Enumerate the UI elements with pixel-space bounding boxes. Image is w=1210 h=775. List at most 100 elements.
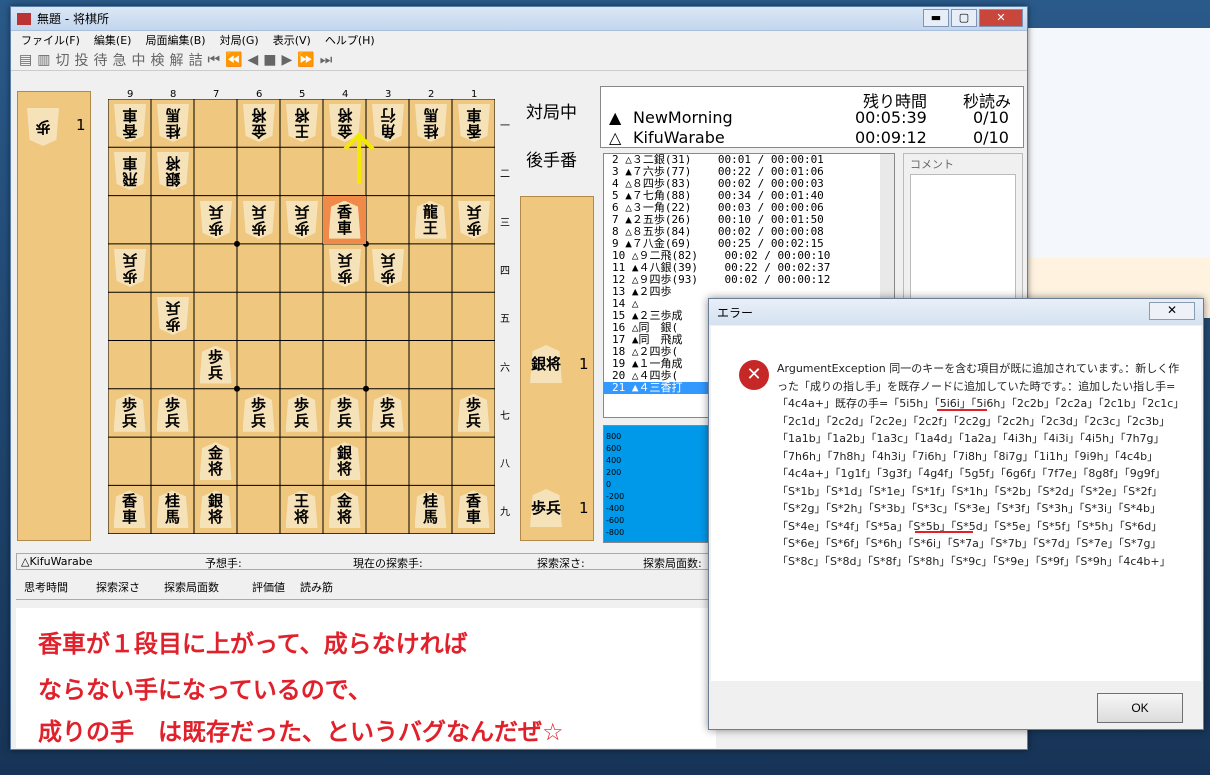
ok-button[interactable]: OK	[1097, 693, 1183, 723]
sente-mark: ▲	[609, 108, 622, 127]
rank-label: 八	[500, 459, 510, 471]
sente-hand-pawn[interactable]: 歩兵	[527, 487, 565, 529]
current-search-move: 現在の探索手:	[353, 557, 423, 570]
title-bar: 無題 - 将棋所 ▬ ▢ ✕	[11, 7, 1027, 31]
tool-analyze[interactable]: 検	[150, 50, 164, 70]
menu-view[interactable]: 表示(V)	[273, 32, 311, 48]
eval-tick: 0	[606, 480, 612, 489]
think-pv-col: 読み筋	[300, 581, 333, 594]
gote-hand-pawn[interactable]: 歩	[24, 106, 62, 148]
clock-panel: 残り時間 秒読み ▲ NewMorning 00:05:39 0/10 △ Ki…	[600, 86, 1024, 148]
dialog-body: ✕ ArgumentException 同一のキーを含む項目が既に追加されていま…	[711, 326, 1201, 681]
rank-label: 五	[500, 314, 510, 326]
search-nodes: 探索局面数:	[643, 557, 702, 570]
tool-stop[interactable]: 中	[131, 50, 145, 70]
stop-icon[interactable]: ■	[263, 52, 276, 68]
back-icon[interactable]: ◀	[248, 52, 259, 68]
gote-piece-stand: 歩 1	[17, 91, 91, 541]
dialog-title-bar: エラー ✕	[709, 299, 1203, 325]
dialog-close-button[interactable]: ✕	[1149, 302, 1195, 320]
eval-tick: 400	[606, 456, 622, 465]
tool-undo[interactable]: 待	[93, 50, 107, 70]
menu-bar: ファイル(F) 編集(E) 局面編集(B) 対局(G) 表示(V) ヘルプ(H)	[11, 31, 1027, 49]
rank-label: 一	[500, 121, 510, 132]
sente-name: NewMorning	[633, 108, 733, 127]
gote-hand-pawn-count: 1	[76, 116, 86, 134]
tool-resign[interactable]: 投	[74, 50, 88, 70]
maximize-button[interactable]: ▢	[951, 9, 977, 27]
underline-mark-2	[915, 531, 973, 533]
first-move-icon[interactable]: ⏮	[207, 52, 220, 68]
forward-icon[interactable]: ▶	[282, 52, 293, 68]
window-title: 無題 - 将棋所	[37, 12, 109, 26]
file-label: 5	[299, 89, 306, 100]
sente-time: 00:05:39	[855, 108, 927, 127]
open-icon[interactable]: ▤	[19, 52, 32, 68]
tool-hurry[interactable]: 急	[112, 50, 126, 70]
kifu-row[interactable]: 13 ▲２四歩	[604, 286, 894, 298]
annotation-line-1: 香車が１段目に上がって、成らなければ	[38, 630, 468, 658]
menu-file[interactable]: ファイル(F)	[21, 32, 80, 48]
eval-tick: 800	[606, 432, 622, 441]
file-label: 1	[471, 89, 478, 100]
turn-status: 後手番	[526, 151, 577, 171]
eval-tick: 200	[606, 468, 622, 477]
sente-byoyomi: 0/10	[973, 108, 1009, 127]
minimize-button[interactable]: ▬	[923, 9, 949, 27]
error-message: ArgumentException 同一のキーを含む項目が既に追加されています。…	[777, 362, 1185, 568]
comment-label: コメント	[910, 158, 954, 171]
sente-hand-pawn-count: 1	[579, 499, 589, 517]
sente-piece-stand: 銀将 1 歩兵 1	[520, 196, 594, 541]
tool-solve[interactable]: 解	[169, 50, 183, 70]
menu-help[interactable]: ヘルプ(H)	[325, 32, 375, 48]
eval-tick: -800	[606, 528, 625, 537]
menu-game[interactable]: 対局(G)	[220, 32, 259, 48]
rank-label: 四	[500, 265, 510, 277]
shogi-board: 香車桂馬金将王将金将角行桂馬香車飛車銀将歩兵歩兵歩兵香車龍王歩兵歩兵歩兵歩兵歩兵…	[108, 99, 495, 534]
file-label: 4	[342, 89, 349, 100]
file-label: 7	[213, 89, 220, 100]
rank-label: 九	[500, 507, 510, 519]
file-label: 9	[127, 89, 134, 100]
annotation-line-3: 成りの手 は既存だった、というバグなんだぜ☆	[38, 718, 564, 746]
forward-fast-icon[interactable]: ⏩	[297, 52, 314, 68]
file-label: 8	[170, 89, 177, 100]
save-icon[interactable]: ▥	[37, 52, 50, 68]
underline-mark-1	[937, 409, 987, 411]
tool-cut[interactable]: 切	[55, 50, 69, 70]
gote-name: KifuWarabe	[633, 128, 725, 147]
menu-edit[interactable]: 編集(E)	[94, 32, 132, 48]
think-depth-col: 探索深さ	[96, 581, 140, 594]
think-time-col: 思考時間	[24, 581, 68, 594]
toolbar: ▤ ▥ 切 投 待 急 中 検 解 詰 ⏮ ⏪ ◀ ■ ▶ ⏩ ⏭	[11, 49, 1027, 71]
search-depth: 探索深さ:	[537, 557, 585, 570]
move-arrow	[343, 132, 375, 184]
eval-tick: -200	[606, 492, 625, 501]
eval-tick: 600	[606, 444, 622, 453]
game-status: 対局中	[526, 103, 577, 123]
file-label: 2	[428, 89, 435, 100]
background-window	[1028, 28, 1210, 258]
rank-label: 二	[500, 169, 510, 181]
back-fast-icon[interactable]: ⏪	[225, 52, 242, 68]
sente-hand-silver[interactable]: 銀将	[527, 343, 565, 385]
gote-byoyomi: 0/10	[973, 128, 1009, 147]
last-move-icon[interactable]: ⏭	[320, 52, 333, 68]
annotation-area: 香車が１段目に上がって、成らなければ ならない手になっているので、 成りの手 は…	[16, 608, 716, 748]
dialog-title: エラー	[717, 305, 754, 320]
gote-mark: △	[609, 128, 622, 147]
think-eval-col: 評価値	[252, 581, 285, 594]
eval-tick: -400	[606, 504, 625, 513]
tool-mate[interactable]: 詰	[188, 50, 202, 70]
error-icon: ✕	[739, 360, 769, 390]
eval-tick: -600	[606, 516, 625, 525]
annotation-line-2: ならない手になっているので、	[38, 676, 372, 704]
engine-player: △KifuWarabe	[21, 555, 93, 568]
sente-hand-silver-count: 1	[579, 355, 589, 373]
file-label: 6	[256, 89, 263, 100]
menu-position-edit[interactable]: 局面編集(B)	[145, 32, 205, 48]
close-button[interactable]: ✕	[979, 9, 1023, 27]
file-label: 3	[385, 89, 392, 100]
app-icon	[17, 12, 31, 25]
predicted-move: 予想手:	[205, 557, 242, 570]
